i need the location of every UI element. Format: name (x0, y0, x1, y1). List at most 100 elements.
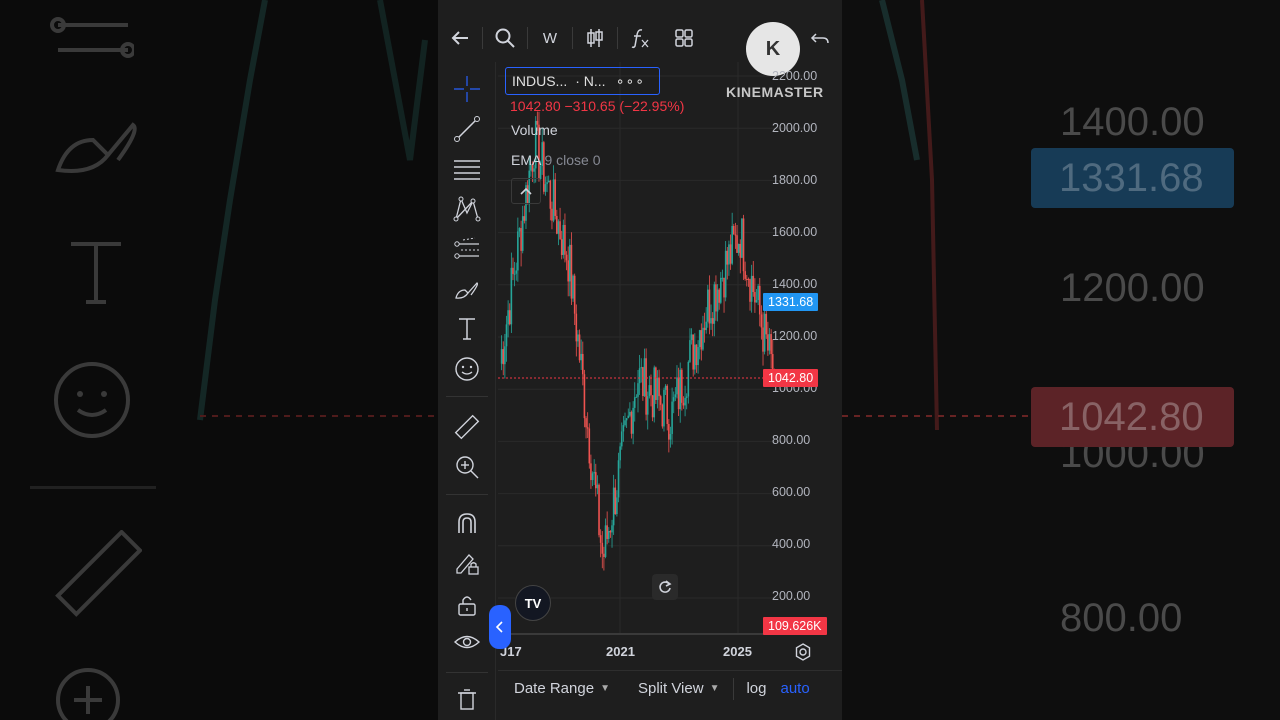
candle-body (604, 525, 607, 557)
unlock-icon (458, 596, 476, 616)
pattern-icon (453, 196, 481, 222)
forecast-icon (454, 237, 479, 259)
crosshair-icon (454, 76, 480, 102)
candle-body (650, 385, 652, 396)
candle-body (656, 377, 659, 400)
candle-body (768, 334, 771, 351)
candle-body (659, 396, 662, 405)
candle-body (674, 394, 677, 398)
candle-body (564, 224, 566, 255)
measure-tool[interactable] (450, 412, 484, 442)
brush-tool[interactable] (450, 274, 484, 304)
y-axis-label: 200.00 (772, 589, 811, 603)
magnet-tool[interactable] (450, 508, 484, 538)
arrow-left-icon (451, 31, 468, 45)
refresh-icon (659, 580, 672, 593)
layout-button[interactable] (662, 20, 706, 56)
undo-button[interactable] (798, 20, 842, 56)
text-tool[interactable] (450, 314, 484, 344)
indicator-volume[interactable]: Volume (511, 122, 558, 138)
x-axis-label: 2025 (723, 644, 752, 659)
ema-name: EMA (511, 152, 541, 168)
trend-line-tool[interactable] (450, 114, 484, 144)
candle-body (635, 396, 638, 398)
brush-icon (455, 282, 479, 299)
scale-settings-button[interactable] (794, 643, 812, 666)
indicator-ema[interactable]: EMA 9 close 0 (511, 152, 601, 168)
candle-body (619, 446, 621, 461)
candle-body (500, 349, 503, 364)
candle-body (762, 327, 764, 352)
candle-body (502, 349, 505, 365)
candle-body (681, 369, 683, 403)
candle-body (747, 279, 750, 281)
delete-tool[interactable] (450, 684, 484, 714)
indicators-button[interactable] (618, 20, 662, 56)
candle-body (663, 389, 665, 427)
crosshair-tool[interactable] (450, 74, 484, 104)
reset-chart-button[interactable] (652, 574, 678, 600)
candle-body (705, 321, 707, 331)
candle-body (651, 395, 654, 418)
expand-panel-tab[interactable] (489, 605, 511, 649)
text-icon (459, 318, 475, 340)
forecast-tool[interactable] (450, 234, 484, 264)
candle-body (692, 334, 694, 370)
candle-body (598, 484, 600, 536)
back-button[interactable] (438, 20, 482, 56)
collapse-indicators-button[interactable] (511, 178, 541, 204)
candle-body (739, 243, 742, 258)
candle-body (642, 367, 644, 397)
zoom-tool[interactable] (450, 452, 484, 482)
candle-body (664, 385, 667, 390)
candle-body (640, 367, 643, 369)
tradingview-logo[interactable]: TV (515, 585, 551, 621)
candle-body (750, 275, 753, 302)
candle-body (629, 411, 631, 416)
candle-body (690, 334, 693, 341)
candle-body (599, 535, 602, 543)
search-button[interactable] (483, 20, 527, 56)
y-axis-label: 1600.00 (772, 225, 818, 239)
symbol-header[interactable]: INDUS... · N... ∘∘∘ (505, 67, 660, 95)
candle-body (732, 225, 735, 235)
chevron-down-icon: ▼ (600, 683, 610, 694)
candle-body (515, 270, 518, 274)
toolbar-separator (446, 672, 488, 673)
auto-scale-toggle[interactable]: auto (781, 680, 810, 697)
y-axis-label: 800.00 (772, 433, 811, 447)
candle-body (554, 179, 556, 216)
more-options-icon[interactable]: ∘∘∘ (616, 73, 645, 90)
visibility-tool[interactable] (450, 628, 484, 658)
candle-body (736, 235, 738, 253)
chart-type-button[interactable] (573, 20, 617, 56)
ruler-icon (454, 414, 480, 440)
candle-body (765, 313, 768, 335)
lock-drawing-tool[interactable] (450, 548, 484, 578)
kinemaster-watermark: KINEMASTER (726, 84, 824, 100)
candle-body (513, 273, 516, 275)
candle-body (767, 334, 769, 351)
candle-body (713, 284, 716, 324)
candle-body (549, 180, 552, 209)
candle-body (609, 530, 612, 533)
candle-body (590, 463, 592, 481)
emoji-tool[interactable] (450, 354, 484, 384)
candle-body (715, 284, 717, 312)
candle-body (520, 228, 522, 251)
symbol-exchange: · N... (575, 73, 606, 89)
lock-tool[interactable] (450, 590, 484, 620)
drawing-toolbar (438, 62, 496, 720)
pattern-tool[interactable] (450, 194, 484, 224)
candle-body (757, 285, 759, 301)
log-scale-toggle[interactable]: log (746, 680, 766, 697)
split-view-button[interactable]: Split View ▼ (638, 680, 720, 697)
candle-body (612, 487, 615, 526)
candle-body (703, 327, 706, 331)
interval-button[interactable]: W (528, 20, 572, 56)
date-range-button[interactable]: Date Range ▼ (514, 680, 610, 697)
candle-body (565, 254, 568, 261)
candle-body (645, 358, 647, 415)
horizontal-lines-tool[interactable] (450, 154, 484, 184)
candle-body (742, 218, 745, 272)
